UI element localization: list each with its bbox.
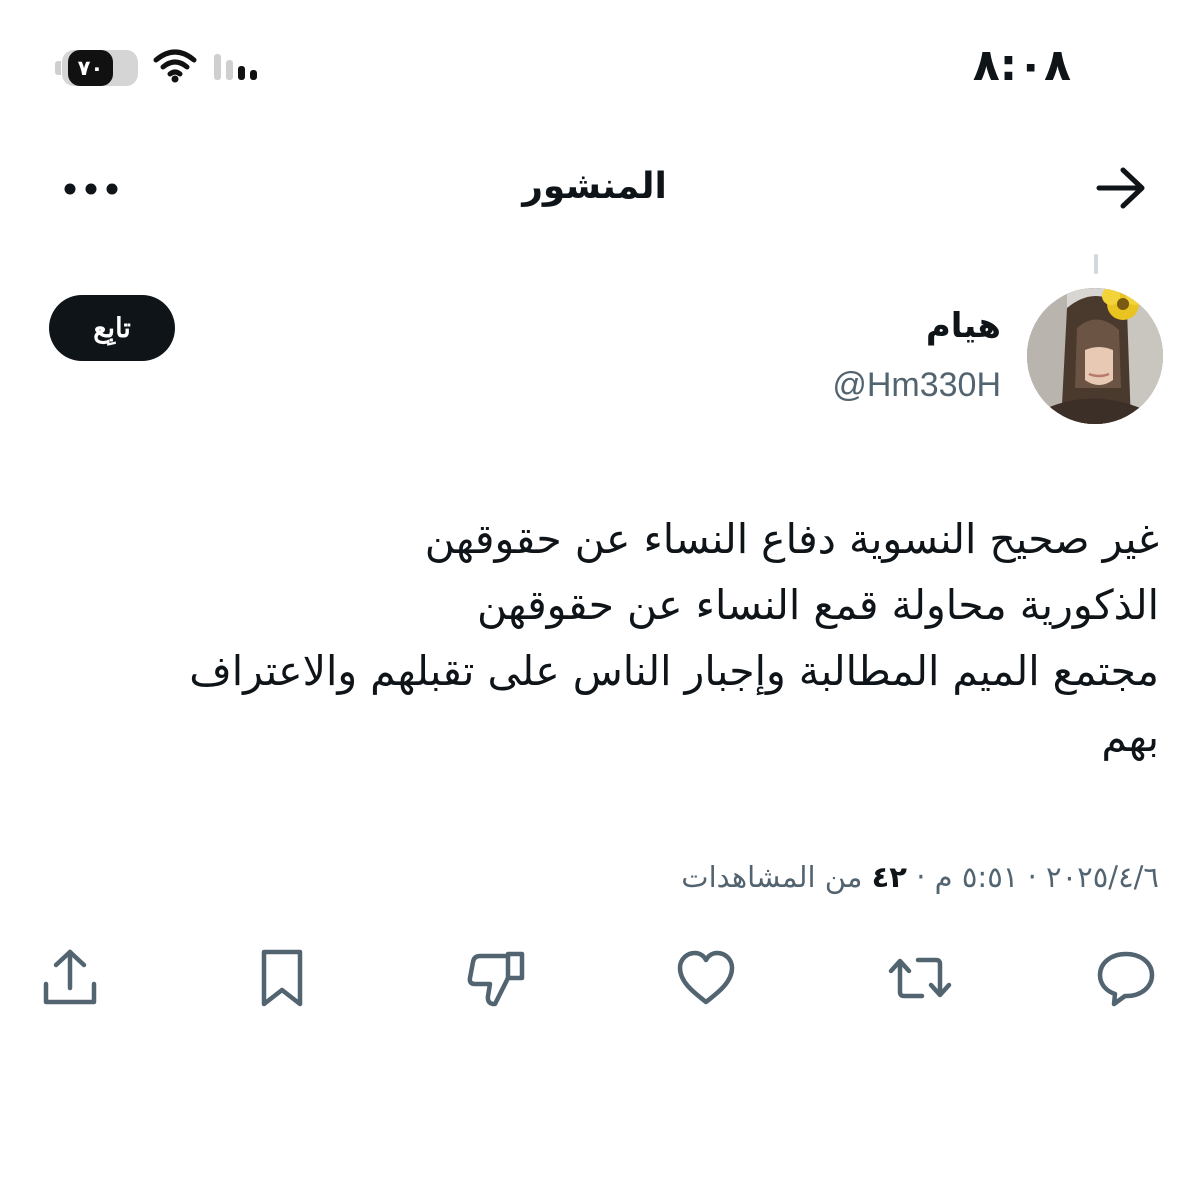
status-bar: ٨:٠٨ ٧٠ <box>0 0 1189 130</box>
nav-bar: المنشور <box>0 150 1189 230</box>
status-time: ٨:٠٨ <box>972 40 1071 91</box>
action-bar <box>0 944 1189 1024</box>
more-horizontal-icon <box>63 181 119 200</box>
post-text: غير صحيح النسوية دفاع النساء عن حقوقهن ا… <box>36 506 1159 770</box>
reply-icon <box>1094 946 1158 1014</box>
heart-icon <box>674 946 738 1014</box>
views-label: من المشاهدات <box>681 860 863 894</box>
arrow-right-icon <box>1095 166 1147 214</box>
avatar[interactable] <box>1027 288 1163 424</box>
bookmark-button[interactable] <box>246 944 318 1016</box>
status-icons: ٧٠ <box>55 48 268 88</box>
follow-button[interactable]: تابِع <box>49 295 175 361</box>
more-button[interactable] <box>56 165 126 215</box>
repost-button[interactable] <box>884 944 956 1016</box>
views-count: ٤٢ <box>871 860 907 894</box>
display-name[interactable]: هيام <box>926 306 1001 346</box>
post-meta: ٢٠٢٥/٤/٦ · ٥:٥١ م · ٤٢ من المشاهدات <box>681 860 1159 894</box>
post-date: ٢٠٢٥/٤/٦ <box>1046 860 1159 894</box>
thread-connector-line <box>1094 254 1098 274</box>
battery-level: ٧٠ <box>68 50 113 86</box>
post-text-line: غير صحيح النسوية دفاع النساء عن حقوقهن <box>424 515 1159 563</box>
post-text-line: بهم <box>1101 713 1159 761</box>
user-handle[interactable]: @Hm330H <box>832 366 1001 405</box>
page-title: المنشور <box>522 166 667 207</box>
dislike-button[interactable] <box>460 944 532 1016</box>
like-button[interactable] <box>670 944 742 1016</box>
back-button[interactable] <box>1093 165 1149 215</box>
bookmark-icon <box>250 946 314 1014</box>
post-text-line: مجتمع الميم المطالبة وإجبار الناس على تق… <box>189 647 1159 695</box>
battery-icon: ٧٠ <box>55 50 138 86</box>
wifi-icon <box>152 48 198 88</box>
share-icon <box>38 946 102 1014</box>
meta-separator: · <box>916 860 926 894</box>
thumbs-down-icon <box>464 946 528 1014</box>
post-text-line: الذكورية محاولة قمع النساء عن حقوقهن <box>476 581 1159 629</box>
post-time: ٥:٥١ م <box>934 860 1019 894</box>
cellular-signal-icon <box>212 48 268 88</box>
repost-icon <box>888 946 952 1014</box>
share-button[interactable] <box>34 944 106 1016</box>
reply-button[interactable] <box>1090 944 1162 1016</box>
meta-separator: · <box>1027 860 1037 894</box>
